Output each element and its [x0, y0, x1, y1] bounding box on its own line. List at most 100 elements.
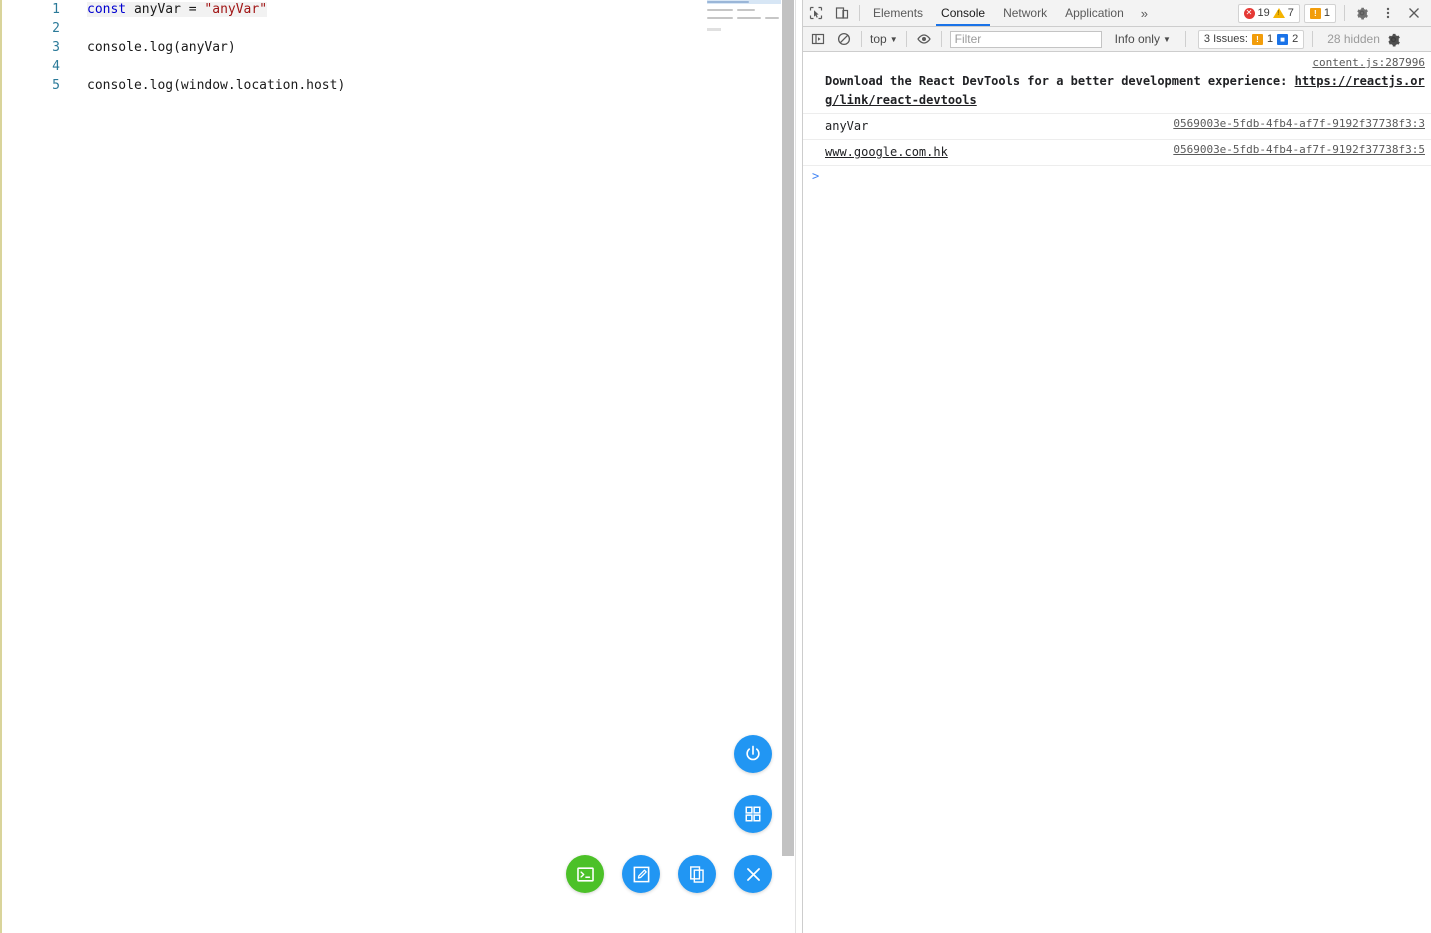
filterbar-divider [905, 31, 907, 47]
close-x-icon [744, 865, 763, 884]
minimap-bar [707, 0, 749, 4]
terminal-button[interactable] [566, 855, 604, 893]
issue-warning-icon: ! [1251, 33, 1263, 45]
settings-gear-icon[interactable] [1349, 0, 1375, 26]
tab-elements[interactable]: Elements [864, 0, 932, 26]
line-number: 2 [52, 21, 60, 36]
message-link[interactable]: www.google.com.hk [825, 145, 948, 159]
console-filter-input[interactable] [949, 30, 1102, 48]
minimap-bar [707, 16, 733, 20]
issue-icon: ! [1309, 7, 1321, 19]
editor-vertical-scrollbar[interactable] [781, 0, 795, 933]
chevron-down-icon: ▼ [889, 34, 898, 44]
line-number: 5 [52, 78, 60, 93]
close-button[interactable] [734, 855, 772, 893]
more-options-kebab-icon[interactable] [1375, 0, 1401, 26]
console-sidebar-toggle-icon[interactable] [805, 26, 831, 52]
code-line[interactable]: 5 console.log(window.location.host) [8, 76, 708, 95]
tab-application[interactable]: Application [1056, 0, 1133, 26]
issues-chip-label: 3 Issues: [1203, 33, 1248, 45]
apps-grid-button[interactable] [734, 795, 772, 833]
live-expression-eye-icon[interactable] [911, 26, 937, 52]
console-message-log[interactable]: 0569003e-5fdb-4fb4-af7f-9192f37738f3:5 w… [803, 140, 1431, 166]
error-warning-counter[interactable]: ✕ 19 7 [1237, 3, 1300, 23]
code-line-text: const anyVar = "anyVar" [87, 0, 268, 19]
code-text-area[interactable]: 1 const anyVar = "anyVar" 2 3 console.log(an… [8, 0, 708, 933]
devtools-status-counters: ✕ 19 7 ! 1 [1237, 0, 1431, 26]
code-minimap[interactable] [707, 0, 785, 933]
warning-icon [1272, 8, 1285, 18]
message-text-prefix: Download the React DevTools for a better… [825, 74, 1295, 88]
error-icon: ✕ [1243, 7, 1255, 19]
power-icon [743, 744, 763, 764]
issues-counter[interactable]: ! 1 [1303, 3, 1336, 23]
hidden-messages-count: 28 hidden [1327, 32, 1380, 46]
console-message-react-notice[interactable]: content.js:287996 Download the React Dev… [803, 53, 1431, 114]
console-filter-bar: top ▼ Info only ▼ 3 Issues: ! 1 ■ 2 28 h… [803, 27, 1431, 52]
line-number: 1 [52, 2, 60, 17]
more-tabs-icon[interactable]: » [1133, 6, 1156, 21]
devtools-panel: Elements Console Network Application » ✕… [802, 0, 1431, 933]
filterbar-divider [1184, 31, 1186, 47]
console-settings-gear-icon[interactable] [1386, 32, 1401, 47]
grid-icon [744, 805, 762, 823]
minimap-bar [707, 28, 721, 31]
device-toolbar-icon[interactable] [829, 0, 855, 26]
minimap-bar [707, 8, 733, 12]
log-level-select[interactable]: Info only ▼ [1109, 32, 1177, 46]
execution-context-select[interactable]: top ▼ [866, 32, 902, 46]
code-editor-pane: 1 const anyVar = "anyVar" 2 3 console.log(an… [0, 0, 800, 933]
issues-info-count: 2 [1292, 33, 1299, 45]
error-count: 19 [1257, 6, 1270, 19]
message-source-link[interactable]: content.js:287996 [1312, 56, 1425, 69]
code-line[interactable]: 1 const anyVar = "anyVar" [8, 0, 708, 19]
chevron-down-icon: ▼ [1162, 34, 1171, 44]
log-level-value: Info only [1114, 32, 1160, 46]
code-token: const [87, 2, 127, 17]
console-message-log[interactable]: 0569003e-5fdb-4fb4-af7f-9192f37738f3:3 a… [803, 114, 1431, 140]
code-line[interactable]: 3 console.log(anyVar) [8, 38, 708, 57]
pencil-square-icon [632, 865, 651, 884]
code-token: anyVar = [126, 2, 205, 17]
inspect-element-icon[interactable] [803, 0, 829, 26]
line-number: 4 [52, 59, 60, 74]
clipboard-copy-icon [688, 865, 707, 884]
code-token: console.log(window.location.host) [87, 78, 346, 93]
editor-scrollbar-thumb[interactable] [782, 0, 794, 856]
code-line-text: console.log(window.location.host) [87, 76, 345, 95]
tab-network[interactable]: Network [994, 0, 1056, 26]
message-source-link[interactable]: 0569003e-5fdb-4fb4-af7f-9192f37738f3:5 [1173, 143, 1425, 156]
terminal-icon [576, 865, 595, 884]
execution-context-value: top [870, 32, 887, 46]
message-source-link[interactable]: 0569003e-5fdb-4fb4-af7f-9192f37738f3:3 [1173, 117, 1425, 130]
filterbar-divider [940, 31, 942, 47]
issues-summary-chip[interactable]: 3 Issues: ! 1 ■ 2 [1197, 29, 1305, 49]
code-line[interactable]: 2 [8, 19, 708, 38]
minimap-bar [737, 8, 755, 12]
power-button[interactable] [734, 735, 772, 773]
prompt-caret-icon: > [812, 169, 820, 183]
code-line[interactable]: 4 [8, 57, 708, 76]
minimap-bar [765, 16, 779, 20]
filterbar-divider [1312, 31, 1314, 47]
clear-console-icon[interactable] [831, 26, 857, 52]
line-number: 3 [52, 40, 60, 55]
toolbar-divider [1344, 5, 1345, 21]
console-prompt[interactable]: > [803, 166, 1431, 186]
tab-console[interactable]: Console [932, 0, 994, 26]
code-token: console.log(anyVar) [87, 40, 236, 55]
code-token: "anyVar" [204, 2, 268, 17]
close-devtools-icon[interactable] [1401, 0, 1427, 26]
clipboard-button[interactable] [678, 855, 716, 893]
issues-count: 1 [1323, 6, 1330, 19]
toolbar-divider [859, 5, 860, 21]
filterbar-divider [861, 31, 862, 47]
minimap-bar [737, 16, 761, 20]
issues-warning-count: 1 [1266, 33, 1274, 45]
code-editor-surface[interactable]: 1 const anyVar = "anyVar" 2 3 console.log(an… [8, 0, 796, 933]
warning-count: 7 [1287, 6, 1294, 19]
console-message-list[interactable]: content.js:287996 Download the React Dev… [803, 53, 1431, 933]
devtools-tab-bar: Elements Console Network Application » ✕… [803, 0, 1431, 27]
message-text: Download the React DevTools for a better… [803, 72, 1431, 110]
edit-button[interactable] [622, 855, 660, 893]
